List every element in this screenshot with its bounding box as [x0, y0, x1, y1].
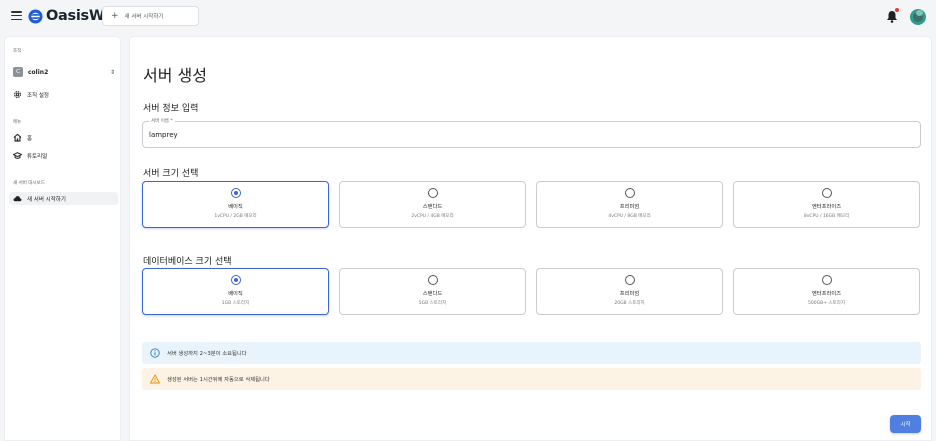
- info-icon: [150, 348, 160, 358]
- gear-icon: [14, 91, 21, 98]
- radio-icon[interactable]: [822, 188, 832, 198]
- warning-alert: 생성된 서버는 1시간뒤에 자동으로 삭제됩니다: [142, 368, 921, 390]
- db-option-premium[interactable]: 프리미엄 20GB 스토리지: [536, 268, 723, 315]
- brand-name: OasisW: [46, 8, 105, 24]
- sidebar: 조직 C colin2 ⇕ 조직 설정 메뉴 홈 튜토리얼 새 서버 대시보드 …: [4, 36, 121, 441]
- notification-dot: [895, 8, 899, 12]
- plus-icon: +: [111, 10, 119, 21]
- db-option-standard[interactable]: 스탠다드 5GB 스토리지: [339, 268, 526, 315]
- avatar[interactable]: [910, 9, 926, 25]
- top-bar: OasisW + 새 서버 시작하기: [0, 0, 936, 33]
- db-option-desc: 1GB 스토리지: [221, 301, 250, 306]
- server-name-field[interactable]: 서버 이름 *: [142, 118, 921, 148]
- radio-icon[interactable]: [822, 275, 832, 285]
- size-option-name: 스탠다드: [422, 204, 443, 210]
- size-option-desc: 4vCPU / 8GB 메모리: [608, 214, 651, 219]
- org-name: colin2: [28, 68, 49, 76]
- menu-icon[interactable]: [11, 11, 22, 21]
- size-option-premium[interactable]: 프리미엄 4vCPU / 8GB 메모리: [536, 181, 723, 228]
- sidebar-section-dashboard: 새 서버 대시보드: [13, 181, 45, 186]
- new-server-button[interactable]: + 새 서버 시작하기: [102, 6, 199, 26]
- section-server-size: 서버 크기 선택: [143, 169, 199, 179]
- size-option-name: 프리미엄: [619, 204, 640, 210]
- sidebar-item-label: 튜토리얼: [27, 153, 48, 160]
- sidebar-item-label: 홈: [27, 135, 33, 142]
- sidebar-item-home[interactable]: 홈: [13, 131, 117, 144]
- warning-icon: [150, 374, 160, 384]
- page-title: 서버 생성: [143, 66, 207, 85]
- org-selector[interactable]: C colin2 ⇕: [13, 65, 115, 79]
- cloud-icon: [13, 196, 22, 202]
- db-option-desc: 20GB 스토리지: [614, 301, 645, 306]
- db-option-name: 베이직: [228, 291, 243, 297]
- server-name-input[interactable]: [149, 129, 909, 141]
- main-panel: 서버 생성 서버 정보 입력 서버 이름 * 서버 크기 선택 베이직 1vCP…: [129, 36, 932, 441]
- radio-icon[interactable]: [428, 275, 438, 285]
- oasisw-logo-icon: [28, 8, 43, 24]
- home-icon: [13, 133, 22, 142]
- db-option-basic[interactable]: 베이직 1GB 스토리지: [142, 268, 329, 315]
- new-server-button-label: 새 서버 시작하기: [124, 14, 164, 20]
- size-option-desc: 8vCPU / 16GB 메모리: [803, 214, 850, 219]
- start-button[interactable]: 시작: [890, 415, 921, 433]
- warning-alert-text: 생성된 서버는 1시간뒤에 자동으로 삭제됩니다: [167, 377, 270, 383]
- sidebar-section-menu: 메뉴: [13, 120, 22, 125]
- logo[interactable]: OasisW: [28, 7, 105, 25]
- sidebar-item-tutorial[interactable]: 튜토리얼: [13, 149, 117, 162]
- chevron-updown-icon: ⇕: [109, 68, 115, 76]
- sidebar-item-label: 조직 설정: [27, 92, 49, 99]
- sidebar-item-label: 새 서버 시작하기: [27, 196, 66, 203]
- size-option-basic[interactable]: 베이직 1vCPU / 2GB 메모리: [142, 181, 329, 228]
- sidebar-item-new-server[interactable]: 새 서버 시작하기: [9, 192, 118, 205]
- section-db-size: 데이터베이스 크기 선택: [143, 257, 232, 267]
- radio-selected-icon[interactable]: [231, 275, 241, 285]
- db-option-desc: 5GB 스토리지: [418, 301, 447, 306]
- size-option-enterprise[interactable]: 엔터프라이즈 8vCPU / 16GB 메모리: [733, 181, 920, 228]
- size-option-standard[interactable]: 스탠다드 2vCPU / 4GB 메모리: [339, 181, 526, 228]
- radio-selected-icon[interactable]: [231, 188, 241, 198]
- size-option-desc: 2vCPU / 4GB 메모리: [411, 214, 454, 219]
- radio-icon[interactable]: [625, 188, 635, 198]
- radio-icon[interactable]: [428, 188, 438, 198]
- size-option-name: 엔터프라이즈: [811, 204, 842, 210]
- info-alert-text: 서버 생성까지 2~3분이 소요됩니다: [167, 351, 247, 357]
- size-option-name: 베이직: [228, 204, 243, 210]
- db-option-name: 엔터프라이즈: [811, 291, 842, 297]
- db-option-enterprise[interactable]: 엔터프라이즈 500GB+ 스토리지: [733, 268, 920, 315]
- org-badge: C: [13, 67, 23, 77]
- server-name-label: 서버 이름 *: [149, 118, 175, 124]
- db-option-name: 프리미엄: [619, 291, 640, 297]
- db-option-name: 스탠다드: [422, 291, 443, 297]
- radio-icon[interactable]: [625, 275, 635, 285]
- sidebar-section-org: 조직: [13, 49, 22, 54]
- section-server-info: 서버 정보 입력: [143, 104, 199, 114]
- info-alert: 서버 생성까지 2~3분이 소요됩니다: [142, 342, 921, 364]
- sidebar-item-org-settings[interactable]: 조직 설정: [13, 88, 117, 101]
- size-option-desc: 1vCPU / 2GB 메모리: [214, 214, 257, 219]
- graduation-cap-icon: [13, 152, 22, 159]
- db-option-desc: 500GB+ 스토리지: [808, 301, 845, 306]
